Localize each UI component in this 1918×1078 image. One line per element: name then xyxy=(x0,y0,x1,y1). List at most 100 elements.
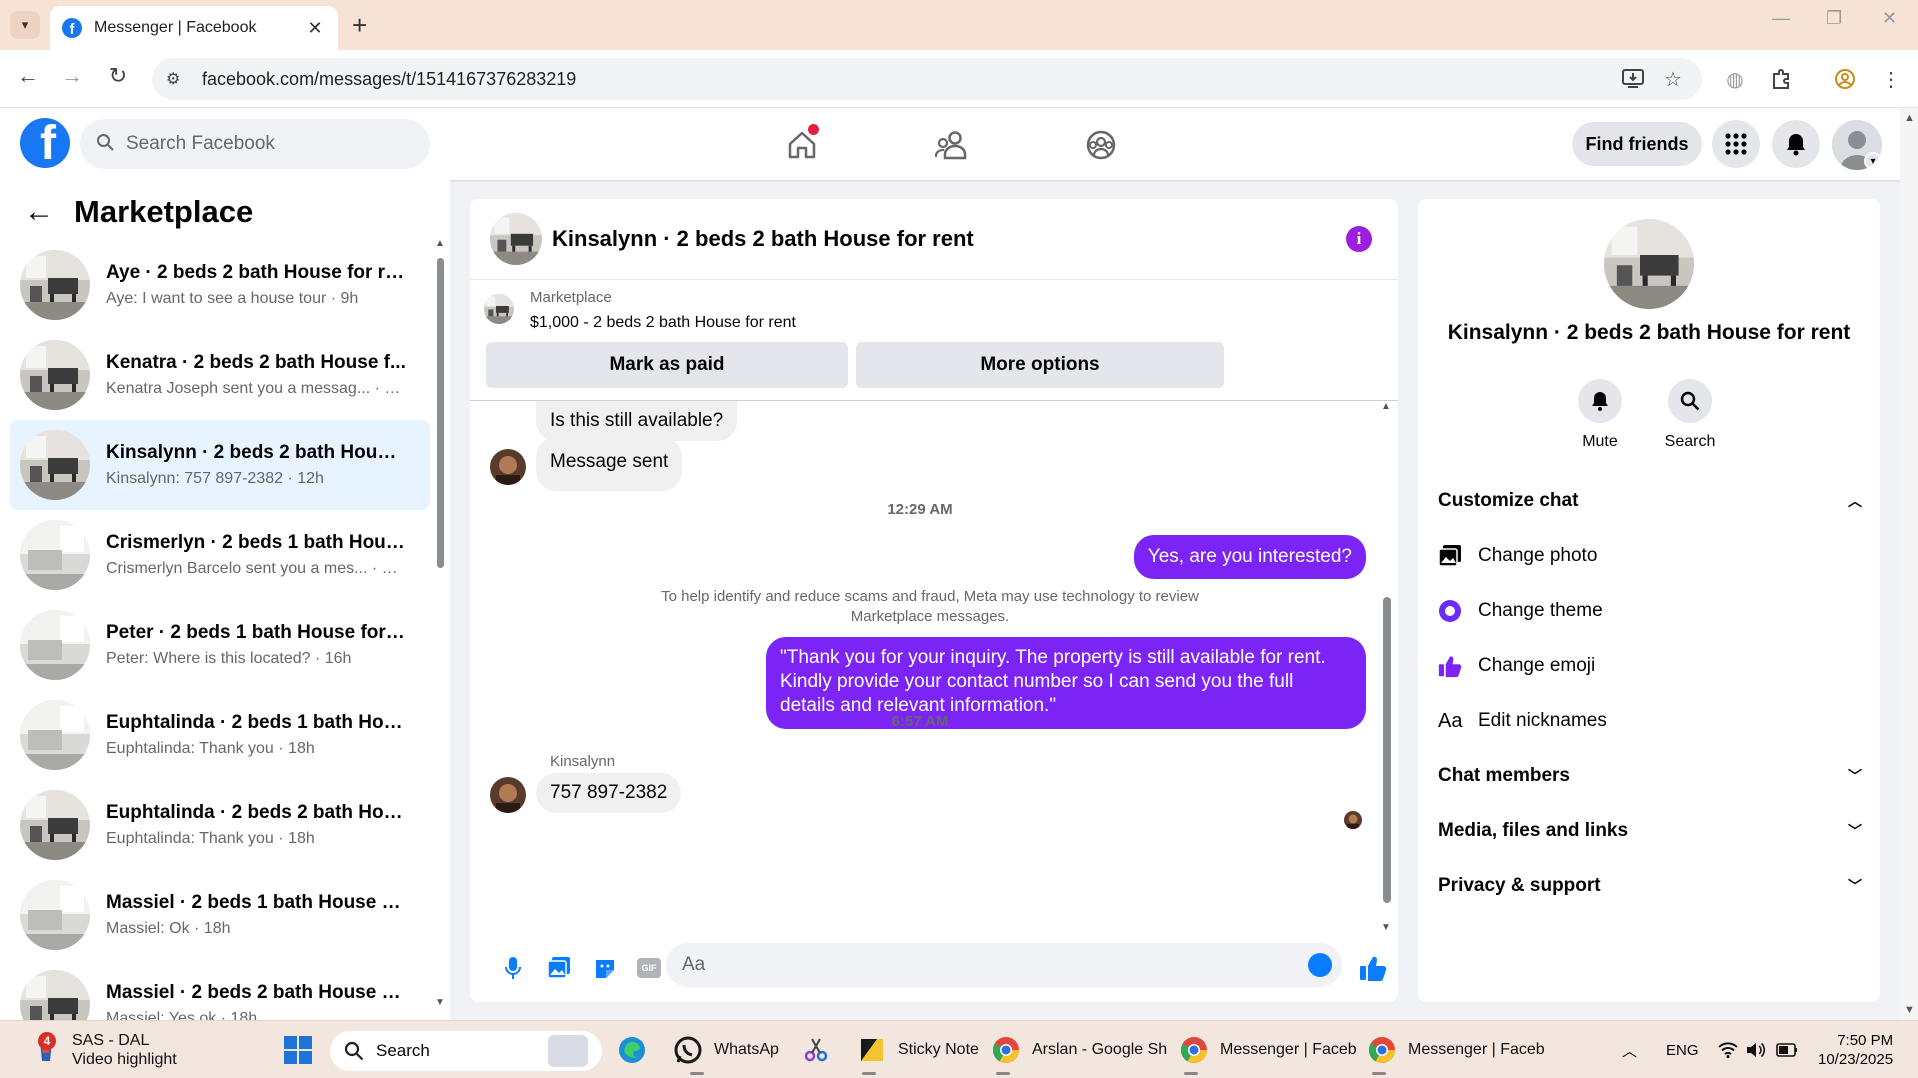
page-scrollbar[interactable]: ▲ ▼ xyxy=(1900,108,1918,1020)
whatsapp-app[interactable]: WhatsAp xyxy=(672,1021,779,1078)
notification-count-badge: 4 xyxy=(38,1032,56,1050)
extensions-icon[interactable] xyxy=(1766,58,1796,100)
weather-widget[interactable]: 4 SAS - DAL Video highlight xyxy=(30,1021,177,1078)
microphone-icon[interactable] xyxy=(496,951,530,985)
privacy-support-section[interactable]: Privacy & support ﹀ xyxy=(1438,866,1862,906)
info-chat-name: Kinsalynn · 2 beds 2 bath House for rent xyxy=(1447,321,1851,344)
clock[interactable]: 7:50 PM 10/23/2025 xyxy=(1818,1021,1893,1078)
edge-app[interactable] xyxy=(616,1021,658,1078)
conversation-item[interactable]: Massiel · 2 beds 1 bath House fo... Massi… xyxy=(10,870,430,960)
contact-avatar[interactable] xyxy=(490,449,526,485)
chat-title[interactable]: Kinsalynn · 2 beds 2 bath House for rent xyxy=(552,226,974,252)
message-input[interactable] xyxy=(682,954,1242,976)
friends-icon[interactable] xyxy=(929,122,975,168)
windows-logo-icon xyxy=(282,1034,314,1066)
sticky-notes-app[interactable]: Sticky Not⁠e xyxy=(856,1021,979,1078)
scroll-up-icon[interactable]: ▲ xyxy=(435,238,445,249)
language-indicator[interactable]: ENG xyxy=(1666,1021,1699,1078)
emoji-icon[interactable] xyxy=(1308,953,1332,977)
chrome-window-2[interactable]: Messenger | Faceb xyxy=(1178,1021,1357,1078)
profile-icon[interactable] xyxy=(1830,58,1860,100)
change-theme-row[interactable]: Change theme xyxy=(1438,591,1862,631)
scroll-down-icon[interactable]: ▼ xyxy=(1904,1004,1915,1016)
search-in-chat-button[interactable]: Search xyxy=(1650,379,1730,451)
reload-icon[interactable]: ↻ xyxy=(102,63,134,89)
battery-icon[interactable] xyxy=(1776,1021,1798,1078)
browser-tab-messenger[interactable]: f Messenger | Facebook ✕ xyxy=(50,6,338,50)
home-icon[interactable] xyxy=(779,122,825,168)
sidebar-scrollbar[interactable]: ▲ ▼ xyxy=(434,238,446,1008)
chat-members-section[interactable]: Chat members ﹀ xyxy=(1438,756,1862,796)
customize-chat-section[interactable]: Customize chat ︿ xyxy=(1438,481,1862,521)
conversation-item[interactable]: Aye · 2 beds 2 bath House for rent Aye: I… xyxy=(10,240,430,330)
message-input-field[interactable] xyxy=(666,943,1342,987)
sticker-icon[interactable] xyxy=(588,951,622,985)
change-emoji-row[interactable]: Change emoji xyxy=(1438,646,1862,686)
conversation-preview: Crismerlyn Barcelo sent you a mes... · 1… xyxy=(106,560,406,577)
new-tab-icon[interactable]: + xyxy=(352,10,367,41)
back-arrow-icon[interactable]: ← xyxy=(24,195,64,229)
volume-icon[interactable] xyxy=(1746,1021,1766,1078)
scroll-thumb[interactable] xyxy=(437,258,444,568)
chrome-window-1[interactable]: Arslan - Google Sh xyxy=(990,1021,1167,1078)
scroll-up-icon[interactable]: ▲ xyxy=(1381,401,1391,412)
maximize-icon[interactable]: ❐ xyxy=(1826,8,1842,29)
marketplace-listing-row[interactable]: Marketplace $1,000 - 2 beds 2 bath House… xyxy=(484,289,796,332)
translate-icon[interactable]: ◍ xyxy=(1720,58,1750,100)
minimize-icon[interactable]: — xyxy=(1772,8,1790,29)
scroll-thumb[interactable] xyxy=(1383,597,1391,903)
media-files-section[interactable]: Media, files and links ﹀ xyxy=(1438,811,1862,851)
facebook-logo-icon[interactable]: f xyxy=(20,118,70,168)
sender-name: Kinsalynn xyxy=(550,753,616,770)
thumbs-up-send-icon[interactable] xyxy=(1356,951,1390,985)
install-app-icon[interactable] xyxy=(1618,58,1648,100)
menu-grid-icon[interactable] xyxy=(1712,120,1760,168)
conversation-item[interactable]: Euphtalinda · 2 beds 1 bath Hou... Euphta… xyxy=(10,690,430,780)
conversation-item[interactable]: Crismerlyn · 2 beds 1 bath Hous... Crisme… xyxy=(10,510,430,600)
find-friends-button[interactable]: Find friends xyxy=(1572,122,1702,166)
chrome-icon xyxy=(1178,1034,1210,1066)
gif-icon[interactable]: GIF xyxy=(632,951,666,985)
conversation-item[interactable]: Peter · 2 beds 1 bath House for r... Pete… xyxy=(10,600,430,690)
back-icon[interactable]: ← xyxy=(12,63,44,89)
start-button[interactable] xyxy=(282,1021,324,1078)
change-photo-row[interactable]: Change photo xyxy=(1438,536,1862,576)
mute-button[interactable]: Mute xyxy=(1560,379,1640,451)
info-icon[interactable]: i xyxy=(1346,226,1372,252)
conversation-item[interactable]: Kenatra · 2 beds 2 bath House f... Kenatr… xyxy=(10,330,430,420)
facebook-search-input[interactable] xyxy=(126,133,406,155)
conversation-item[interactable]: Massiel · 2 beds 2 bath House fo... Massi… xyxy=(10,960,430,1020)
wifi-icon[interactable] xyxy=(1718,1021,1738,1078)
notifications-bell-icon[interactable] xyxy=(1772,120,1820,168)
conversation-item-active[interactable]: Kinsalynn · 2 beds 2 bath House... Kinsal… xyxy=(10,420,430,510)
chat-scrollbar[interactable]: ▲ ▼ xyxy=(1380,401,1392,933)
snipping-tool-app[interactable] xyxy=(800,1021,842,1078)
contact-avatar[interactable] xyxy=(490,777,526,813)
mark-as-paid-button[interactable]: Mark as paid xyxy=(486,342,848,388)
chrome-icon xyxy=(990,1034,1022,1066)
scroll-down-icon[interactable]: ▼ xyxy=(435,997,445,1008)
close-window-icon[interactable]: ✕ xyxy=(1882,8,1897,29)
scroll-up-icon[interactable]: ▲ xyxy=(1904,112,1915,124)
conversation-item[interactable]: Euphtalinda · 2 beds 2 bath Hou... Euphta… xyxy=(10,780,430,870)
groups-icon[interactable] xyxy=(1078,122,1124,168)
close-tab-icon[interactable]: ✕ xyxy=(304,18,326,39)
edit-nicknames-row[interactable]: Aa Edit nicknames xyxy=(1438,701,1862,741)
bookmark-star-icon[interactable]: ☆ xyxy=(1658,58,1688,100)
chat-listing-avatar[interactable] xyxy=(490,213,542,265)
more-options-button[interactable]: More options xyxy=(856,342,1224,388)
site-info-icon[interactable]: ⚙ xyxy=(166,69,192,89)
account-avatar[interactable]: ▾ xyxy=(1832,120,1882,170)
forward-icon[interactable]: → xyxy=(56,63,88,89)
browser-menu-icon[interactable]: ⋮ xyxy=(1876,58,1906,100)
info-listing-photo[interactable] xyxy=(1604,219,1694,309)
scroll-down-icon[interactable]: ▼ xyxy=(1381,922,1391,933)
facebook-search[interactable] xyxy=(80,119,430,169)
tab-search-dropdown[interactable]: ▾ xyxy=(10,11,40,39)
chrome-window-3[interactable]: Messenger | Faceb xyxy=(1366,1021,1545,1078)
address-bar[interactable]: ⚙ facebook.com/messages/t/15141673762832… xyxy=(152,58,1702,100)
attach-photo-icon[interactable] xyxy=(542,951,576,985)
conversation-title: Kenatra · 2 beds 2 bath House f... xyxy=(106,352,406,373)
taskbar-search[interactable]: Search xyxy=(330,1031,602,1071)
show-hidden-icons-chevron[interactable]: ︿ xyxy=(1622,1021,1637,1078)
